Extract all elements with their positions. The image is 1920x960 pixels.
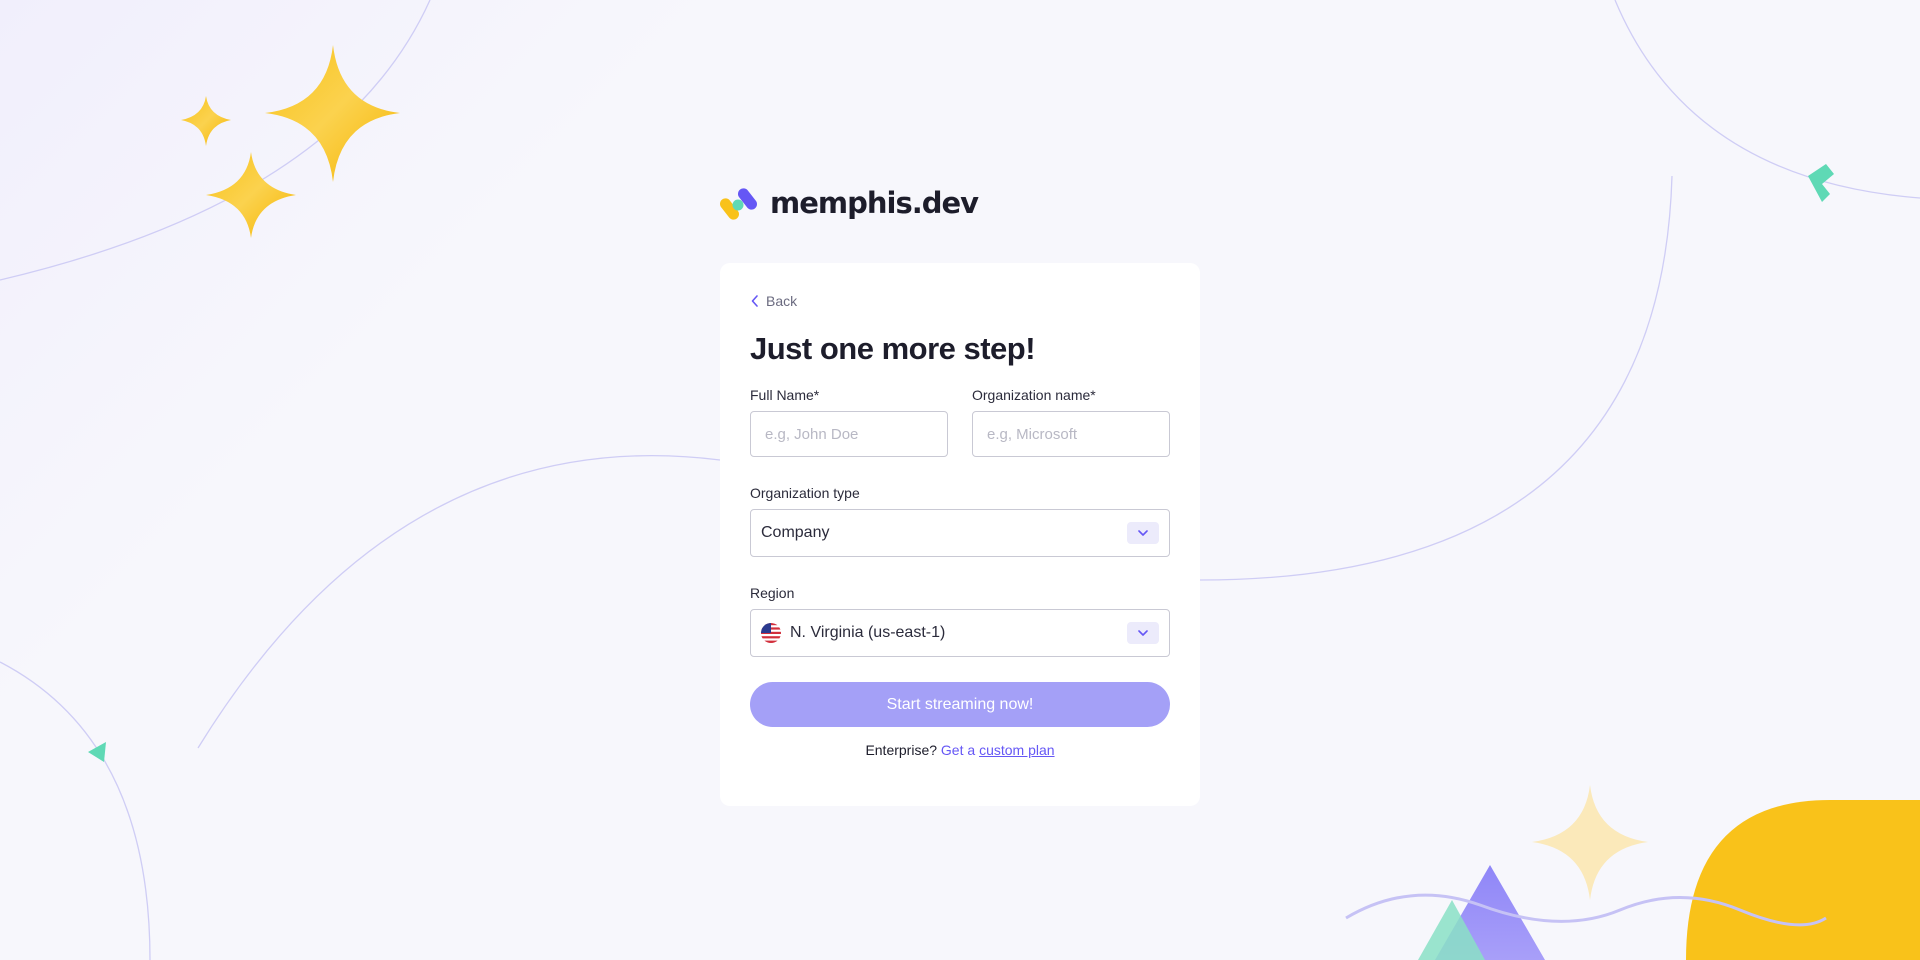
yellow-blob [1686,800,1920,960]
org-type-value: Company [761,524,830,541]
sparkle-star-large [265,45,400,182]
enterprise-get-a: Get a [940,742,976,758]
org-name-field: Organization name* [972,387,1170,457]
signup-card: Back Just one more step! Full Name* Orga… [720,263,1200,806]
memphis-logo-icon [720,188,758,220]
chevron-left-icon [751,295,758,307]
custom-plan-link[interactable]: custom plan [979,742,1054,758]
name-fields-row: Full Name* Organization name* [750,387,1170,457]
org-type-field: Organization type Company [750,485,1170,557]
bg-arc [0,661,151,960]
bg-arc [197,455,721,749]
sparkle-star-small [181,96,231,146]
region-select[interactable]: N. Virginia (us-east-1) [750,609,1170,657]
full-name-field: Full Name* [750,387,948,457]
bg-arc [1199,175,1673,581]
org-type-select[interactable]: Company [750,509,1170,557]
region-field: Region N. Virginia (us-east-1) [750,585,1170,657]
back-button[interactable]: Back [750,293,797,309]
enterprise-prefix: Enterprise? [865,742,938,758]
full-name-label: Full Name* [750,387,820,403]
sparkle-star-faded [1532,785,1648,900]
start-streaming-button[interactable]: Start streaming now! [750,682,1170,727]
page-title: Just one more step! [750,331,1036,366]
us-flag-icon [761,623,781,643]
brand-name: memphis.dev [770,186,979,220]
region-label: Region [750,585,795,601]
sparkle-star-medium [206,152,296,238]
org-name-label: Organization name* [972,387,1096,403]
back-label: Back [766,293,798,309]
region-value: N. Virginia (us-east-1) [790,624,946,641]
org-name-input[interactable] [972,411,1170,457]
bg-arc [0,0,431,281]
bg-arc [1614,0,1920,199]
org-type-label: Organization type [750,485,860,501]
chevron-down-icon [1127,622,1159,644]
enterprise-note: Enterprise? Get a custom plan [750,742,1170,758]
brand-logo[interactable]: memphis.dev [720,183,979,223]
full-name-input[interactable] [750,411,948,457]
chevron-down-icon [1127,522,1159,544]
signup-page: memphis.dev Back Just one more step! Ful… [0,0,1920,960]
teal-triangle [88,742,106,762]
